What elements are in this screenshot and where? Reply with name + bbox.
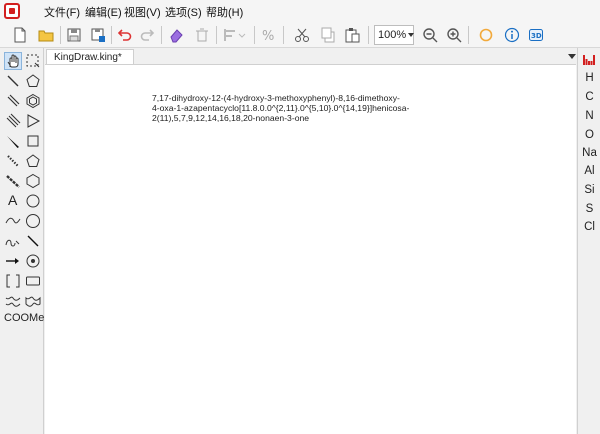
ellipse-icon[interactable] xyxy=(24,212,42,230)
triple-bond-icon[interactable] xyxy=(4,112,22,130)
wave-shape-icon[interactable] xyxy=(24,292,42,310)
undo-icon[interactable] xyxy=(114,25,134,45)
open-folder-icon[interactable] xyxy=(36,25,56,45)
menu-bar: 文件(F) 编辑(E) 视图(V) 选项(S) 帮助(H) xyxy=(0,0,600,22)
element-c-button[interactable]: C xyxy=(578,91,600,103)
3d-view-icon[interactable]: 3D xyxy=(526,25,546,45)
periodic-table-icon[interactable] xyxy=(583,55,596,65)
arrow-tool-icon[interactable] xyxy=(4,252,22,270)
wedge-bond-icon[interactable] xyxy=(4,132,22,150)
zoom-out-icon[interactable] xyxy=(420,25,440,45)
single-bond-icon[interactable] xyxy=(4,72,22,90)
element-n-button[interactable]: N xyxy=(578,110,600,122)
bold-bond-icon[interactable] xyxy=(4,172,22,190)
document-tab[interactable]: KingDraw.king* xyxy=(46,49,134,64)
cut-icon[interactable] xyxy=(292,25,312,45)
new-file-icon[interactable] xyxy=(10,25,30,45)
paste-icon[interactable] xyxy=(342,25,362,45)
text-tool-label: A xyxy=(8,192,18,208)
menu-edit[interactable]: 编辑(E) xyxy=(83,4,124,20)
delete-icon[interactable] xyxy=(192,25,212,45)
double-bond-icon[interactable] xyxy=(4,92,22,110)
element-si-button[interactable]: Si xyxy=(578,184,600,196)
line-tool-icon[interactable] xyxy=(24,232,42,250)
element-al-button[interactable]: Al xyxy=(578,165,600,177)
chain-tool-icon[interactable] xyxy=(4,232,22,250)
element-na-button[interactable]: Na xyxy=(578,147,600,159)
element-s-button[interactable]: S xyxy=(578,203,600,215)
element-cl-button[interactable]: Cl xyxy=(578,221,600,233)
wave-bond-icon[interactable] xyxy=(4,292,22,310)
redo-icon[interactable] xyxy=(138,25,158,45)
drawing-canvas[interactable]: 7,17-dihydroxy-12-(4-hydroxy-3-methoxyph… xyxy=(45,64,576,434)
hand-tool-icon[interactable] xyxy=(4,52,22,70)
hexagon-icon[interactable] xyxy=(24,172,42,190)
save-as-icon[interactable] xyxy=(88,25,108,45)
save-icon[interactable] xyxy=(64,25,84,45)
align-dropdown-icon[interactable] xyxy=(220,25,248,45)
element-h-button[interactable]: H xyxy=(578,72,600,84)
triangle-ring-icon[interactable] xyxy=(24,112,42,130)
elements-panel: H C N O Na Al Si S Cl xyxy=(577,48,600,434)
toolbar: % 100% 3D xyxy=(0,22,600,48)
svg-text:3D: 3D xyxy=(531,32,542,40)
kingdraw-window: 文件(F) 编辑(E) 视图(V) 选项(S) 帮助(H) % 100% 3D … xyxy=(0,0,600,434)
rectangle-tool-icon[interactable] xyxy=(24,272,42,290)
pentagon-icon[interactable] xyxy=(24,152,42,170)
tools-panel: A COOMe xyxy=(0,48,44,434)
chevron-down-icon[interactable] xyxy=(408,33,414,37)
element-o-button[interactable]: O xyxy=(578,129,600,141)
percent-icon[interactable]: % xyxy=(258,25,278,45)
info-icon[interactable] xyxy=(502,25,522,45)
menu-help[interactable]: 帮助(H) xyxy=(204,4,245,20)
benzene-ring-icon[interactable] xyxy=(24,92,42,110)
molecule-name-text[interactable]: 7,17-dihydroxy-12-(4-hydroxy-3-methoxyph… xyxy=(152,93,452,123)
text-tool-icon[interactable]: A xyxy=(4,192,22,210)
charge-circle-icon[interactable] xyxy=(24,252,42,270)
svg-text:%: % xyxy=(262,29,274,43)
menu-view[interactable]: 视图(V) xyxy=(122,4,163,20)
pentagon-ring-icon[interactable] xyxy=(24,72,42,90)
ring-color-icon[interactable] xyxy=(476,25,496,45)
bracket-tool-icon[interactable] xyxy=(4,272,22,290)
curve-tool-icon[interactable] xyxy=(4,212,22,230)
circle-icon[interactable] xyxy=(24,192,42,210)
menu-options[interactable]: 选项(S) xyxy=(163,4,204,20)
app-logo[interactable] xyxy=(4,3,20,19)
coome-template-button[interactable]: COOMe xyxy=(4,312,44,324)
tab-menu-arrow-icon[interactable] xyxy=(568,52,576,60)
lasso-select-icon[interactable] xyxy=(24,52,42,70)
eraser-icon[interactable] xyxy=(166,25,186,45)
hashed-wedge-bond-icon[interactable] xyxy=(4,152,22,170)
menu-file[interactable]: 文件(F) xyxy=(42,4,82,20)
copy-icon[interactable] xyxy=(318,25,338,45)
zoom-in-icon[interactable] xyxy=(444,25,464,45)
square-ring-icon[interactable] xyxy=(24,132,42,150)
